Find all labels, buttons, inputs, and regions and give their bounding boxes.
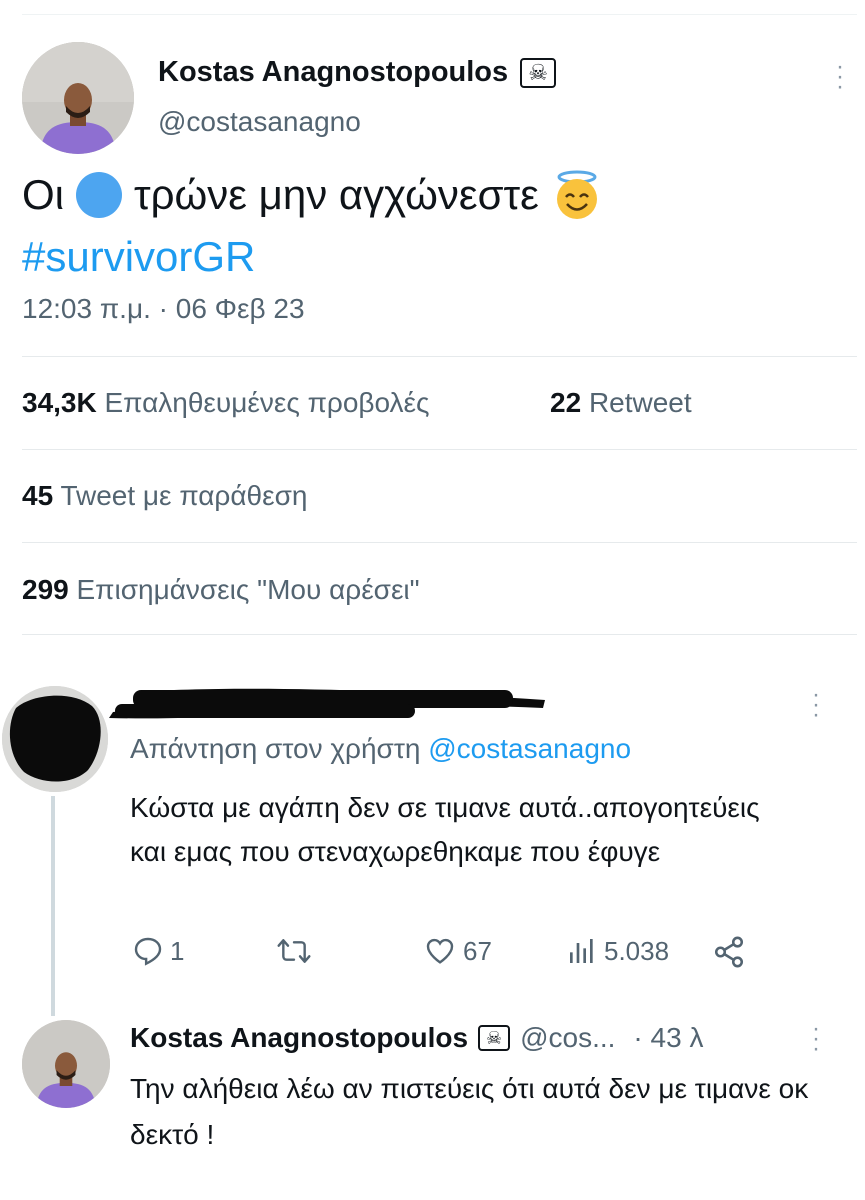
redacted-avatar-image <box>2 686 108 792</box>
reply2-text: Την αλήθεια λέω αν πιστεύεις ότι αυτά δε… <box>130 1073 809 1150</box>
retweets-label: Retweet <box>588 387 692 418</box>
reply2-author-avatar[interactable] <box>22 1020 110 1108</box>
views-label: Επαληθευμένες προβολές <box>104 387 430 418</box>
reply-bubble-icon <box>134 937 162 966</box>
author-handle[interactable]: @costasanagno <box>158 106 361 138</box>
retweets-count: 22 <box>550 387 582 418</box>
views-count: 34,3K <box>22 387 97 418</box>
reply-count: 1 <box>170 935 185 966</box>
tweet-text: Οι τρώνε μην αγχώνεστε #survivorGR <box>22 164 842 288</box>
redacted-author-scribble <box>109 688 545 719</box>
reply2-handle[interactable]: @cos... <box>520 1022 615 1054</box>
views-action[interactable]: 5.038 <box>566 935 669 967</box>
reply-text: Κώστα με αγάπη δεν σε τιμανε αυτά..απογο… <box>130 792 760 867</box>
hashtag-link[interactable]: #survivorGR <box>22 226 842 288</box>
reply2-time[interactable]: · 43 λ <box>633 1022 703 1054</box>
tweet-text-end: τρώνε μην αγχώνεστε <box>134 171 539 218</box>
divider <box>22 356 857 357</box>
analytics-bars-icon <box>570 939 593 963</box>
reply2-author-name[interactable]: Kostas Anagnostopoulos <box>130 1022 468 1054</box>
avatar-image <box>22 1020 110 1108</box>
reply-to-mention-link[interactable]: @costasanagno <box>428 733 631 764</box>
skull-crossbones-icon: ☠ <box>520 57 557 88</box>
more-options-icon[interactable]: · · · <box>804 1017 828 1061</box>
heart-icon <box>426 938 454 964</box>
reply-to-context: Απάντηση στον χρήστη @costasanagno <box>130 733 631 765</box>
more-options-icon[interactable]: · · · <box>804 683 828 727</box>
share-icon <box>714 936 744 968</box>
author-name-text: Kostas Anagnostopoulos <box>158 56 509 88</box>
reply2-header: Kostas Anagnostopoulos ☠ @cos... · 43 λ <box>130 1022 703 1054</box>
share-action[interactable] <box>712 935 746 969</box>
like-count: 67 <box>463 935 492 966</box>
smiling-face-with-halo-emoji-icon <box>556 170 597 219</box>
reply-author-avatar[interactable] <box>2 686 108 792</box>
divider <box>22 542 857 543</box>
divider <box>22 634 857 635</box>
like-action[interactable]: 67 <box>423 935 492 967</box>
views-stat[interactable]: 34,3K Επαληθευμένες προβολές <box>22 387 430 419</box>
retweet-icon <box>277 939 311 963</box>
author-name[interactable]: Kostas Anagnostopoulos ☠ <box>158 56 557 89</box>
reply-to-label: Απάντηση στον χρήστη <box>130 733 421 764</box>
likes-stat[interactable]: 299 Επισημάνσεις "Μου αρέσει" <box>22 574 420 606</box>
tweet-text-start: Οι <box>22 171 64 218</box>
views-count: 5.038 <box>604 935 670 966</box>
quotes-label: Tweet με παράθεση <box>60 480 308 511</box>
quotes-stat[interactable]: 45 Tweet με παράθεση <box>22 480 307 512</box>
retweets-stat[interactable]: 22 Retweet <box>550 387 692 419</box>
avatar-image <box>22 42 134 154</box>
reply-action[interactable]: 1 <box>132 935 184 967</box>
author-avatar[interactable] <box>22 42 134 154</box>
top-divider <box>22 14 857 15</box>
likes-count: 299 <box>22 574 69 605</box>
likes-label: Επισημάνσεις "Μου αρέσει" <box>76 574 420 605</box>
more-options-icon[interactable]: · · · <box>828 55 852 99</box>
thread-connector-line <box>51 796 55 1016</box>
retweet-action[interactable] <box>276 935 318 967</box>
quotes-count: 45 <box>22 480 54 511</box>
divider <box>22 449 857 450</box>
skull-crossbones-icon: ☠ <box>478 1025 511 1051</box>
blue-circle-emoji-icon <box>76 172 122 218</box>
tweet-timestamp[interactable]: 12:03 π.μ. · 06 Φεβ 23 <box>22 293 305 325</box>
